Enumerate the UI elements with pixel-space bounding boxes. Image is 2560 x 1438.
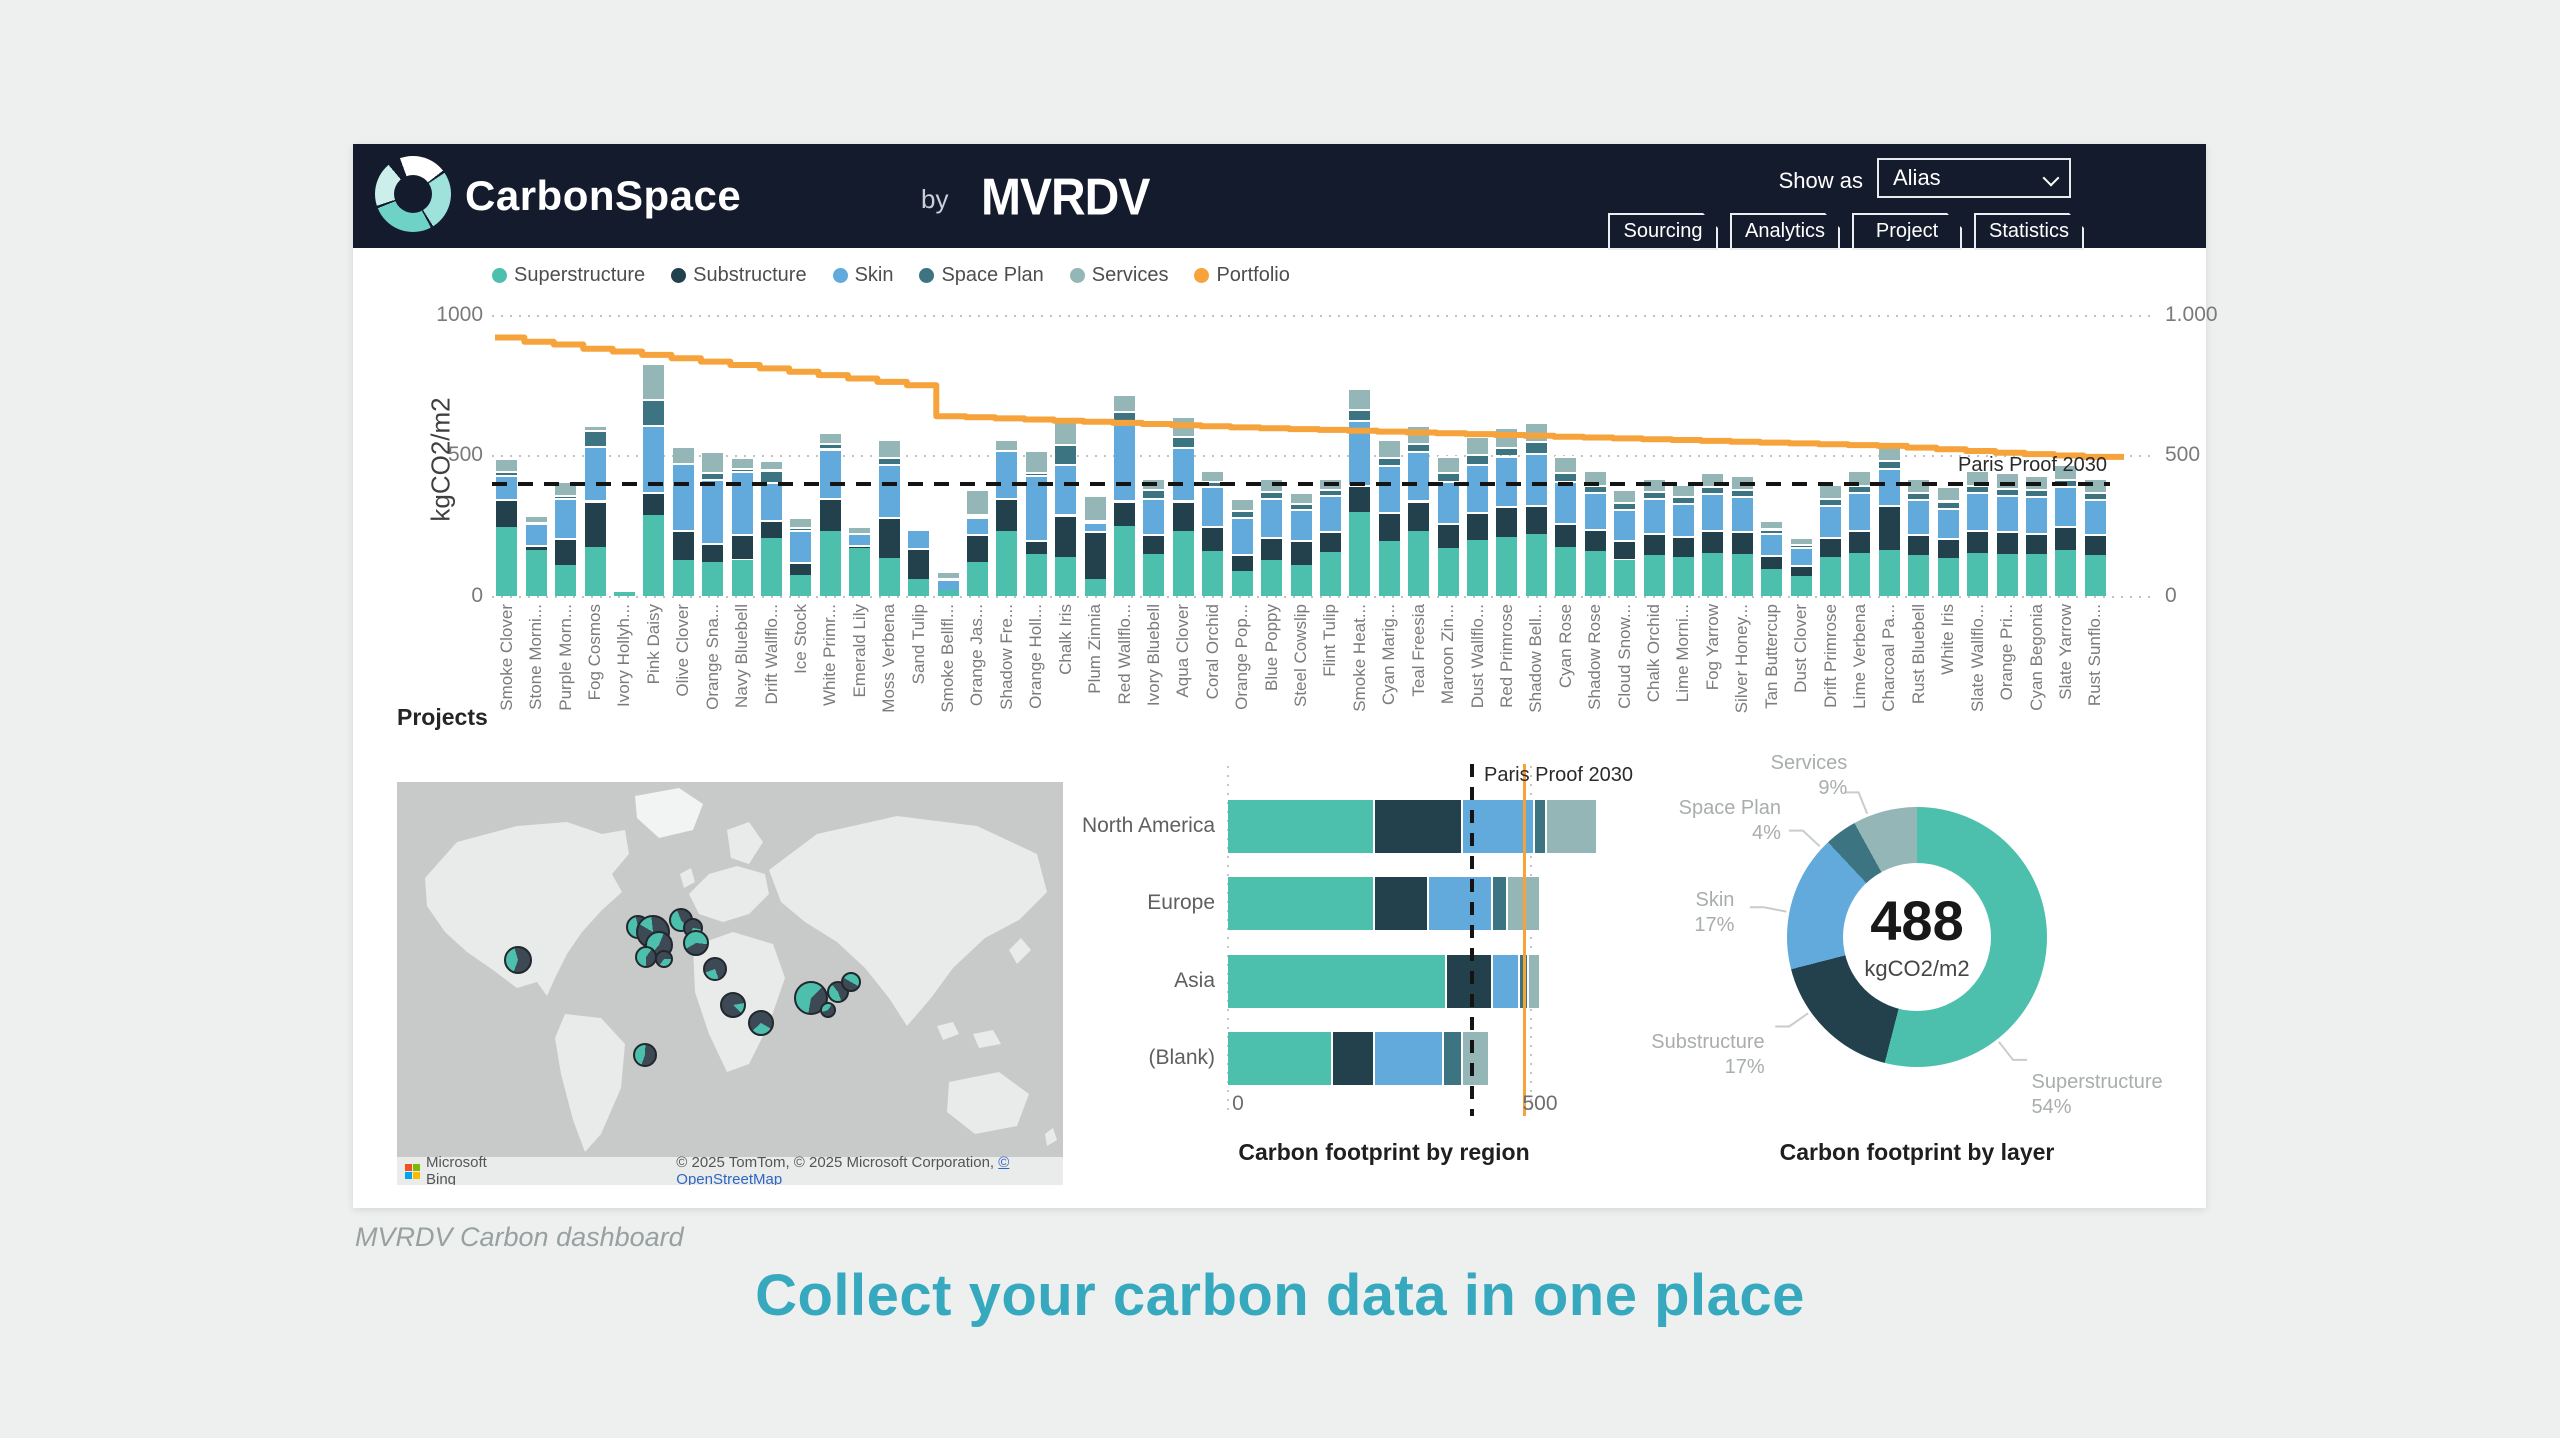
y-tick-left: 1000 <box>413 303 483 327</box>
legend-dot-icon <box>1070 268 1085 283</box>
legend-label: Space Plan <box>941 264 1043 287</box>
legend-item: Space Plan <box>919 264 1043 287</box>
region-category-label: (Blank) <box>1015 1046 1215 1070</box>
region-chart-title: Carbon footprint by region <box>1174 1139 1594 1166</box>
legend-item: Services <box>1070 264 1169 287</box>
microsoft-logo-icon <box>405 1164 420 1179</box>
region-segment-skin[interactable] <box>1427 877 1490 930</box>
tab-project[interactable]: Project <box>1852 213 1962 250</box>
map-pie-marker[interactable] <box>841 972 861 992</box>
map-pie-marker[interactable] <box>703 957 727 981</box>
legend-label: Superstructure <box>514 264 645 287</box>
map-pie-marker[interactable] <box>635 946 657 968</box>
chevron-down-icon <box>2043 170 2060 187</box>
map-pie-marker[interactable] <box>720 992 746 1018</box>
map-pie-marker[interactable] <box>655 950 673 968</box>
legend-item: Portfolio <box>1194 264 1289 287</box>
region-segment-substructure[interactable] <box>1445 955 1490 1008</box>
region-segment-services[interactable] <box>1461 1032 1488 1085</box>
legend-label: Portfolio <box>1216 264 1289 287</box>
tab-statistics[interactable]: Statistics <box>1974 213 2084 250</box>
region-segment-substructure[interactable] <box>1373 800 1461 853</box>
donut-label-substructure: Substructure17% <box>1615 1030 1765 1080</box>
region-bar-row[interactable] <box>1228 877 1539 930</box>
map-attribution: Microsoft Bing © 2025 TomTom, © 2025 Mic… <box>397 1157 1063 1185</box>
legend-item: Superstructure <box>492 264 645 287</box>
app-header: CarbonSpace by MVRDV Show as Alias Sourc… <box>353 144 2206 248</box>
legend-item: Skin <box>833 264 894 287</box>
region-segment-superstructure[interactable] <box>1228 1032 1331 1085</box>
tab-sourcing[interactable]: Sourcing <box>1608 213 1718 250</box>
region-segment-space-plan[interactable] <box>1533 800 1545 853</box>
region-segment-skin[interactable] <box>1373 1032 1443 1085</box>
region-segment-superstructure[interactable] <box>1228 800 1373 853</box>
projects-label: Projects <box>397 704 488 731</box>
region-segment-skin[interactable] <box>1491 955 1518 1008</box>
legend-dot-icon <box>919 268 934 283</box>
paris-proof-line <box>492 482 2110 486</box>
legend-label: Skin <box>855 264 894 287</box>
legend-dot-icon <box>1194 268 1209 283</box>
legend-dot-icon <box>671 268 686 283</box>
region-segment-space-plan[interactable] <box>1491 877 1506 930</box>
region-bar-row[interactable] <box>1228 955 1539 1008</box>
nav-tabs: Sourcing Analytics Project Statistics <box>1608 213 2084 250</box>
carbonspace-logo-icon <box>375 156 451 232</box>
region-x-tick: 0 <box>1218 1092 1258 1116</box>
donut-label-superstructure: Superstructure54% <box>2032 1070 2163 1120</box>
brand-title: CarbonSpace <box>465 172 741 220</box>
chart-legend: Superstructure Substructure Skin Space Plan… <box>492 264 1290 287</box>
map-pie-marker[interactable] <box>820 1002 836 1018</box>
world-map <box>397 782 1063 1185</box>
projects-map[interactable]: Microsoft Bing © 2025 TomTom, © 2025 Mic… <box>397 782 1063 1185</box>
map-pie-marker[interactable] <box>683 930 709 956</box>
image-caption: MVRDV Carbon dashboard <box>355 1222 684 1253</box>
legend-label: Substructure <box>693 264 806 287</box>
paris-proof-label: Paris Proof 2030 <box>1947 454 2107 477</box>
region-paris-label: Paris Proof 2030 <box>1484 764 1674 787</box>
region-x-tick: 500 <box>1520 1092 1560 1116</box>
region-segment-services[interactable] <box>1545 800 1596 853</box>
legend-dot-icon <box>492 268 507 283</box>
portfolio-line <box>492 294 2172 624</box>
brand-by: by <box>921 184 948 215</box>
map-pie-marker[interactable] <box>504 946 532 974</box>
region-segment-superstructure[interactable] <box>1228 955 1445 1008</box>
donut-label-skin: Skin17% <box>1584 888 1734 938</box>
region-segment-superstructure[interactable] <box>1228 877 1373 930</box>
region-bar-row[interactable] <box>1228 1032 1488 1085</box>
region-category-label: Asia <box>1015 969 1215 993</box>
region-segment-space-plan[interactable] <box>1442 1032 1460 1085</box>
legend-item: Substructure <box>671 264 806 287</box>
donut-chart-title: Carbon footprint by layer <box>1707 1139 2127 1166</box>
region-category-label: Europe <box>1015 891 1215 915</box>
page-headline: Collect your carbon data in one place <box>0 1262 2560 1329</box>
tab-analytics[interactable]: Analytics <box>1730 213 1840 250</box>
region-paris-line <box>1470 764 1474 1116</box>
donut-label-services: Services9% <box>1697 751 1847 801</box>
y-tick-left: 0 <box>413 584 483 608</box>
copyright-text: © 2025 TomTom, © 2025 Microsoft Corporat… <box>676 1154 1063 1185</box>
map-pie-marker[interactable] <box>748 1010 774 1036</box>
region-segment-substructure[interactable] <box>1373 877 1427 930</box>
donut-label-space-plan: Space Plan4% <box>1631 796 1781 846</box>
show-as-dropdown[interactable]: Alias <box>1877 158 2071 198</box>
carbon-dashboard: CarbonSpace by MVRDV Show as Alias Sourc… <box>353 144 2206 1208</box>
map-pie-marker[interactable] <box>633 1043 657 1067</box>
bing-logo: Microsoft Bing <box>405 1154 506 1185</box>
show-as-value: Alias <box>1893 165 1941 190</box>
copyright-span: © 2025 TomTom, © 2025 Microsoft Corporat… <box>676 1154 998 1171</box>
mvrdv-logo: MVRDV <box>981 168 1149 227</box>
region-segment-substructure[interactable] <box>1331 1032 1373 1085</box>
region-category-label: North America <box>1015 814 1215 838</box>
y-axis-label: kgCO2/m2 <box>426 390 457 530</box>
legend-label: Services <box>1092 264 1169 287</box>
region-bar-row[interactable] <box>1228 800 1596 853</box>
bing-logo-text: Microsoft Bing <box>426 1154 506 1185</box>
region-portfolio-line <box>1523 764 1526 1116</box>
legend-dot-icon <box>833 268 848 283</box>
show-as-label: Show as <box>1713 168 1863 194</box>
y-tick-right: 1.000 <box>2165 303 2218 327</box>
region-segment-services[interactable] <box>1527 955 1539 1008</box>
